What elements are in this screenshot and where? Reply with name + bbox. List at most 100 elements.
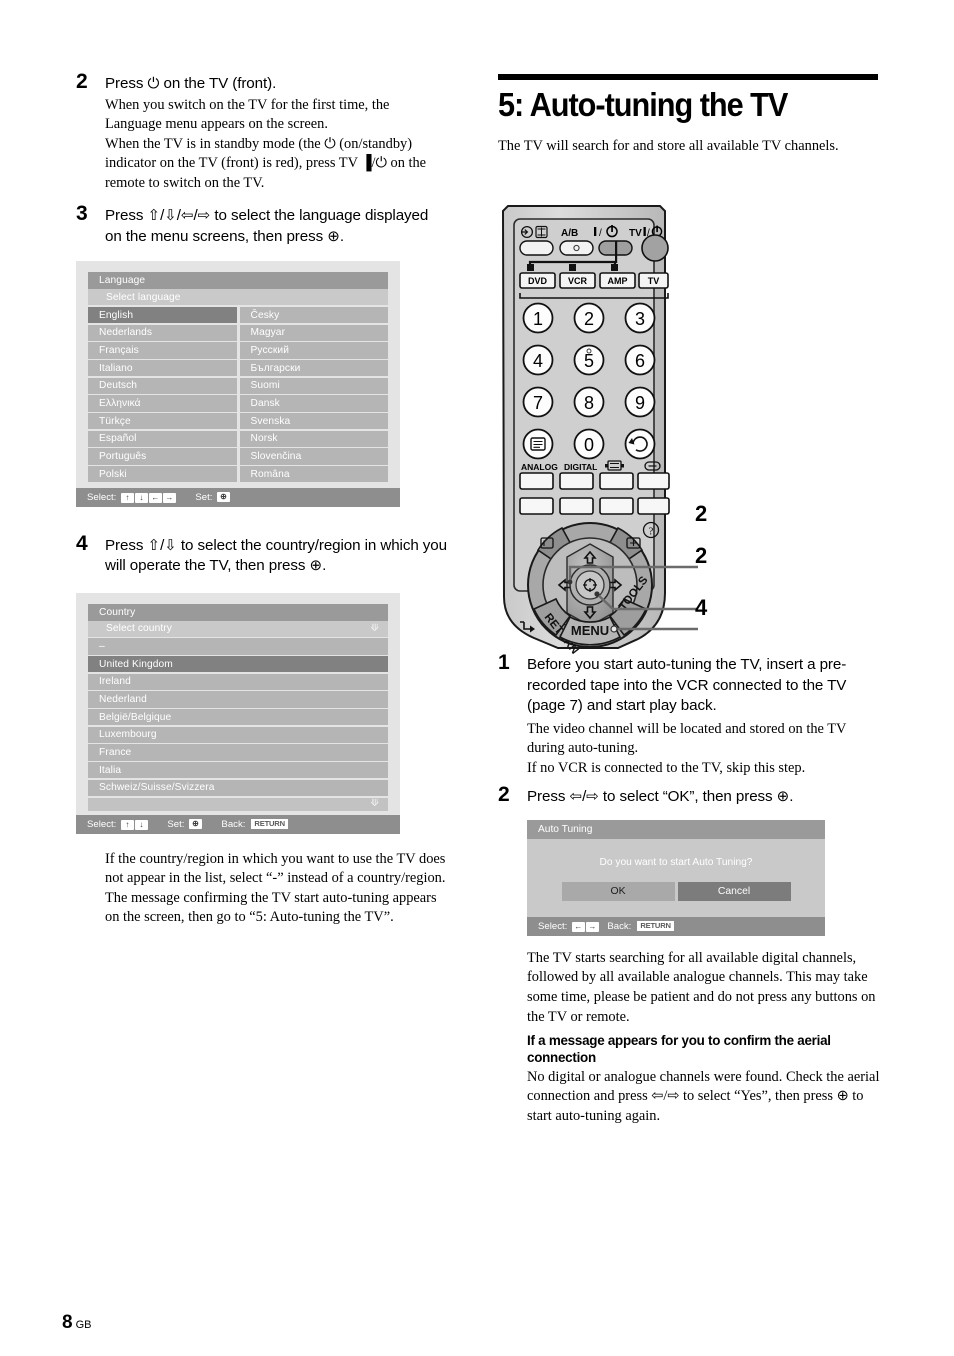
- page-footer: 8 GB: [62, 1312, 91, 1334]
- key-7: 7: [522, 386, 554, 418]
- country-option[interactable]: Nederland: [88, 691, 388, 708]
- svg-text:1: 1: [533, 309, 543, 329]
- step-1-heading: Before you start auto-tuning the TV, ins…: [527, 656, 847, 715]
- auto-tuning-dialog-message: Do you want to start Auto Tuning?: [599, 856, 753, 868]
- arrow-right-key: →: [585, 921, 599, 932]
- language-option[interactable]: Deutsch: [88, 377, 237, 394]
- back-label: Back:: [607, 920, 632, 932]
- country-menu-footer: Select: ↑ ↓ Set: ⊕ Back: RETURN: [76, 814, 400, 834]
- svg-text:2: 2: [584, 309, 594, 329]
- return-key-icon: RETURN: [251, 819, 288, 830]
- scroll-up-arrow-icon: ⟱: [370, 622, 379, 634]
- country-option[interactable]: France: [88, 744, 388, 761]
- language-option[interactable]: Português: [88, 448, 237, 465]
- leader-dot-left-arrow: [567, 579, 573, 585]
- key-1: 1: [522, 302, 554, 334]
- language-option[interactable]: Français: [88, 342, 237, 359]
- step-2-right: 2 Press ⇦/⇨ to select “OK”, then press ⊕…: [498, 783, 880, 808]
- cancel-button[interactable]: Cancel: [677, 881, 791, 901]
- key-6: 6: [624, 344, 656, 376]
- key-0: 0: [573, 428, 605, 460]
- step-2-paragraph-2: When the TV is in standby mode (the ⏻ (o…: [105, 135, 427, 191]
- svg-text:MENU: MENU: [571, 623, 609, 638]
- language-option[interactable]: Türkçe: [88, 413, 237, 430]
- arrow-keys-group: ↑ ↓ ← →: [120, 492, 176, 503]
- language-option[interactable]: Русский: [239, 342, 388, 359]
- step-4: 4 Press ⇧/⇩ to select the country/region…: [76, 533, 448, 577]
- country-option[interactable]: United Kingdom: [88, 656, 388, 673]
- step-1-number: 1: [498, 651, 510, 674]
- callout-number-2: 2: [695, 543, 708, 568]
- country-option[interactable]: Italia: [88, 762, 388, 779]
- language-option[interactable]: Magyar: [239, 324, 388, 341]
- language-option[interactable]: Norsk: [239, 430, 388, 447]
- right-closing-text: The TV starts searching for all availabl…: [527, 949, 880, 1027]
- country-menu-screenshot: Country Select country ⟱ – United Kingdo…: [76, 592, 400, 834]
- remote-control-illustration: A/B / TV / DVD VCR AMP TV 1 2 3 4 5 6 7 …: [498, 205, 878, 655]
- step-1-paragraph-1: The video channel will be located and st…: [527, 720, 847, 757]
- language-option[interactable]: Suomi: [239, 377, 388, 394]
- country-option[interactable]: –: [88, 638, 388, 655]
- svg-text:5: 5: [584, 351, 594, 371]
- svg-text:6: 6: [635, 351, 645, 371]
- section-intro: The TV will search for and store all ava…: [498, 137, 839, 154]
- country-scroll-row: ⟱: [88, 797, 388, 811]
- language-option[interactable]: Româna: [239, 466, 388, 483]
- svg-text:AMP: AMP: [608, 276, 628, 286]
- key-3: 3: [624, 302, 656, 334]
- step-3-number: 3: [76, 202, 88, 226]
- leader-dot-menu: [610, 625, 618, 633]
- step-4-heading: Press ⇧/⇩ to select the country/region i…: [105, 536, 447, 575]
- svg-text:DVD: DVD: [528, 276, 548, 286]
- svg-text:4: 4: [533, 351, 543, 371]
- step-2-paragraph-1: When you switch on the TV for the first …: [105, 96, 390, 133]
- auto-tuning-dialog-footer: Select: ← → Back: RETURN: [527, 916, 825, 936]
- language-option[interactable]: Svenska: [239, 413, 388, 430]
- step-2-right-heading: Press ⇦/⇨ to select “OK”, then press ⊕.: [527, 788, 794, 806]
- language-menu-column-right: Česky Magyar Русский Български Suomi Dan…: [239, 306, 388, 484]
- aerial-connection-paragraph: No digital or analogue channels were fou…: [527, 1068, 880, 1125]
- step-1-paragraph-2: If no VCR is connected to the TV, skip t…: [527, 759, 806, 776]
- arrow-left-key: ←: [148, 492, 162, 503]
- key-2: 2: [573, 302, 605, 334]
- country-option[interactable]: België/Belgique: [88, 709, 388, 726]
- auto-tuning-dialog-title: Auto Tuning: [527, 819, 825, 839]
- scroll-down-arrow-icon: ⟱: [370, 798, 379, 810]
- language-option[interactable]: English: [88, 306, 237, 324]
- select-label: Select:: [87, 491, 117, 503]
- language-option[interactable]: Español: [88, 430, 237, 447]
- select-label: Select:: [538, 920, 568, 932]
- svg-text:/: /: [599, 228, 602, 239]
- language-option[interactable]: Česky: [239, 306, 388, 324]
- right-column-lower: 1 Before you start auto-tuning the TV, i…: [498, 651, 880, 1127]
- left-column: 2 Press ⏻ on the TV (front). When you sw…: [76, 71, 448, 928]
- svg-text:8: 8: [584, 393, 594, 413]
- step-2-right-number: 2: [498, 783, 510, 807]
- aerial-connection-text: No digital or analogue channels were fou…: [527, 1068, 880, 1127]
- closing-paragraph-2: The message confirming the TV start auto…: [105, 889, 437, 926]
- language-option[interactable]: Български: [239, 360, 388, 377]
- input-select-button: [519, 240, 554, 256]
- aerial-connection-heading: If a message appears for you to confirm …: [527, 1033, 831, 1065]
- arrow-right-key: →: [162, 492, 176, 503]
- step-2-body: When you switch on the TV for the first …: [105, 96, 448, 194]
- language-option[interactable]: Nederlands: [88, 324, 237, 341]
- language-option[interactable]: Slovenčina: [239, 448, 388, 465]
- right-column: 5: Auto-tuning the TV The TV will search…: [498, 74, 878, 157]
- country-option[interactable]: Schweiz/Suisse/Svizzera: [88, 779, 388, 797]
- language-option[interactable]: Polski: [88, 466, 237, 483]
- country-option[interactable]: Luxembourg: [88, 726, 388, 743]
- country-option[interactable]: Ireland: [88, 673, 388, 690]
- right-closing-paragraph: The TV starts searching for all availabl…: [527, 949, 876, 1025]
- ok-button[interactable]: OK: [561, 881, 675, 901]
- manual-page: 2 Press ⏻ on the TV (front). When you sw…: [0, 0, 954, 1356]
- language-option[interactable]: Italiano: [88, 360, 237, 377]
- teletext-button: [522, 428, 554, 460]
- return-key-icon: RETURN: [637, 921, 674, 932]
- set-label: Set:: [195, 491, 213, 503]
- language-option[interactable]: Ελληνικά: [88, 395, 237, 412]
- callout-number-1: 2: [695, 501, 708, 526]
- enter-button: [575, 570, 605, 600]
- arrow-up-key: ↑: [120, 819, 134, 830]
- language-option[interactable]: Dansk: [239, 395, 388, 412]
